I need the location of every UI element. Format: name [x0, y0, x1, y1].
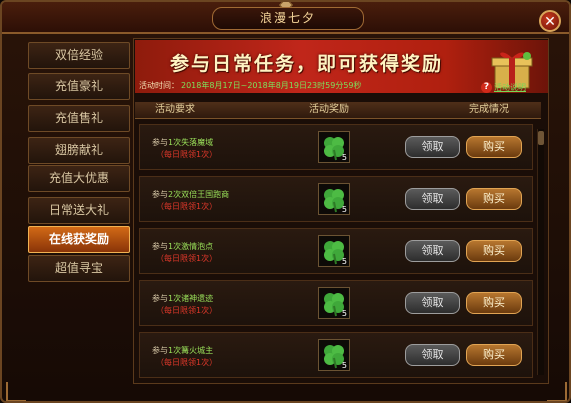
buy-button[interactable]: 购买 — [466, 344, 522, 366]
banner-headline: 参与日常任务，即可获得奖励 — [170, 53, 444, 75]
task-requirement: 参与1次篝火城主 — [152, 346, 214, 355]
header-reward: 活动奖励 — [309, 104, 349, 115]
title-bar[interactable]: 浪漫七夕 — [2, 2, 569, 34]
reward-item-slot[interactable]: 5 — [318, 287, 350, 319]
reward-count: 5 — [341, 153, 347, 162]
corner-ornament — [547, 382, 567, 401]
header-status: 完成情况 — [469, 104, 509, 115]
claim-button[interactable]: 领取 — [405, 136, 460, 158]
scroll-thumb[interactable] — [538, 131, 544, 145]
table-header: 活动要求 活动奖励 完成情况 — [135, 102, 541, 119]
daily-limit: （每日限领1次） — [156, 202, 218, 211]
daily-limit: （每日限领1次） — [156, 254, 218, 263]
reward-item-slot[interactable]: 5 — [318, 235, 350, 267]
buy-button[interactable]: 购买 — [466, 292, 522, 314]
task-requirement: 参与1次诸神遗迹 — [152, 294, 214, 303]
task-row: 参与1次篝火城主 （每日限领1次） 5 领取 购买 — [139, 332, 533, 378]
task-requirement: 参与1次激情泡点 — [152, 242, 214, 251]
reward-count: 5 — [341, 257, 347, 266]
claim-button[interactable]: 领取 — [405, 344, 460, 366]
claim-button[interactable]: 领取 — [405, 292, 460, 314]
sidebar-item-double-exp[interactable]: 双倍经验 — [28, 42, 130, 69]
task-row: 参与2次双倍王国跑商 （每日限领1次） 5 领取 购买 — [139, 176, 533, 222]
task-list: 参与1次失落魔域 （每日限领1次） 5 领取 购买 参与2次双倍王国跑商 （每日… — [135, 120, 541, 378]
claim-button[interactable]: 领取 — [405, 240, 460, 262]
list-scrollbar[interactable] — [537, 129, 544, 375]
event-description-link[interactable]: 活动说明 — [494, 82, 526, 93]
task-requirement: 参与2次双倍王国跑商 — [152, 190, 230, 199]
event-time-value: 2018年8月17日~2018年8月19日23时59分59秒 — [181, 81, 362, 90]
reward-count: 5 — [341, 205, 347, 214]
event-window: 浪漫七夕 ✕ 双倍经验 充值豪礼 充值售礼 翅膀献礼 充值大优惠 日常送大礼 在… — [0, 0, 571, 403]
daily-limit: （每日限领1次） — [156, 150, 218, 159]
reward-item-slot[interactable]: 5 — [318, 339, 350, 371]
task-row: 参与1次激情泡点 （每日限领1次） 5 领取 购买 — [139, 228, 533, 274]
window-title: 浪漫七夕 — [212, 7, 364, 30]
buy-button[interactable]: 购买 — [466, 188, 522, 210]
help-icon[interactable]: ? — [481, 82, 492, 93]
reward-count: 5 — [341, 309, 347, 318]
sidebar-item-daily-gift[interactable]: 日常送大礼 — [28, 197, 130, 224]
buy-button[interactable]: 购买 — [466, 136, 522, 158]
reward-item-slot[interactable]: 5 — [318, 183, 350, 215]
close-button[interactable]: ✕ — [539, 10, 561, 32]
task-requirement: 参与1次失落魔域 — [152, 138, 214, 147]
corner-ornament — [6, 382, 26, 401]
daily-limit: （每日限领1次） — [156, 306, 218, 315]
daily-limit: （每日限领1次） — [156, 358, 218, 367]
sidebar-item-recharge-sale[interactable]: 充值售礼 — [28, 105, 130, 132]
sidebar-item-recharge-discount[interactable]: 充值大优惠 — [28, 165, 130, 192]
event-time-label: 活动时间： — [139, 81, 179, 90]
sidebar-item-online-reward[interactable]: 在线获奖励 — [28, 226, 130, 253]
reward-count: 5 — [341, 361, 347, 370]
sidebar-item-wing-gift[interactable]: 翅膀献礼 — [28, 137, 130, 164]
task-row: 参与1次诸神遗迹 （每日限领1次） 5 领取 购买 — [139, 280, 533, 326]
claim-button[interactable]: 领取 — [405, 188, 460, 210]
task-row: 参与1次失落魔域 （每日限领1次） 5 领取 购买 — [139, 124, 533, 170]
buy-button[interactable]: 购买 — [466, 240, 522, 262]
sidebar-item-recharge-gift[interactable]: 充值豪礼 — [28, 73, 130, 100]
reward-item-slot[interactable]: 5 — [318, 131, 350, 163]
sidebar-item-treasure-hunt[interactable]: 超值寻宝 — [28, 255, 130, 282]
header-requirement: 活动要求 — [155, 104, 195, 115]
